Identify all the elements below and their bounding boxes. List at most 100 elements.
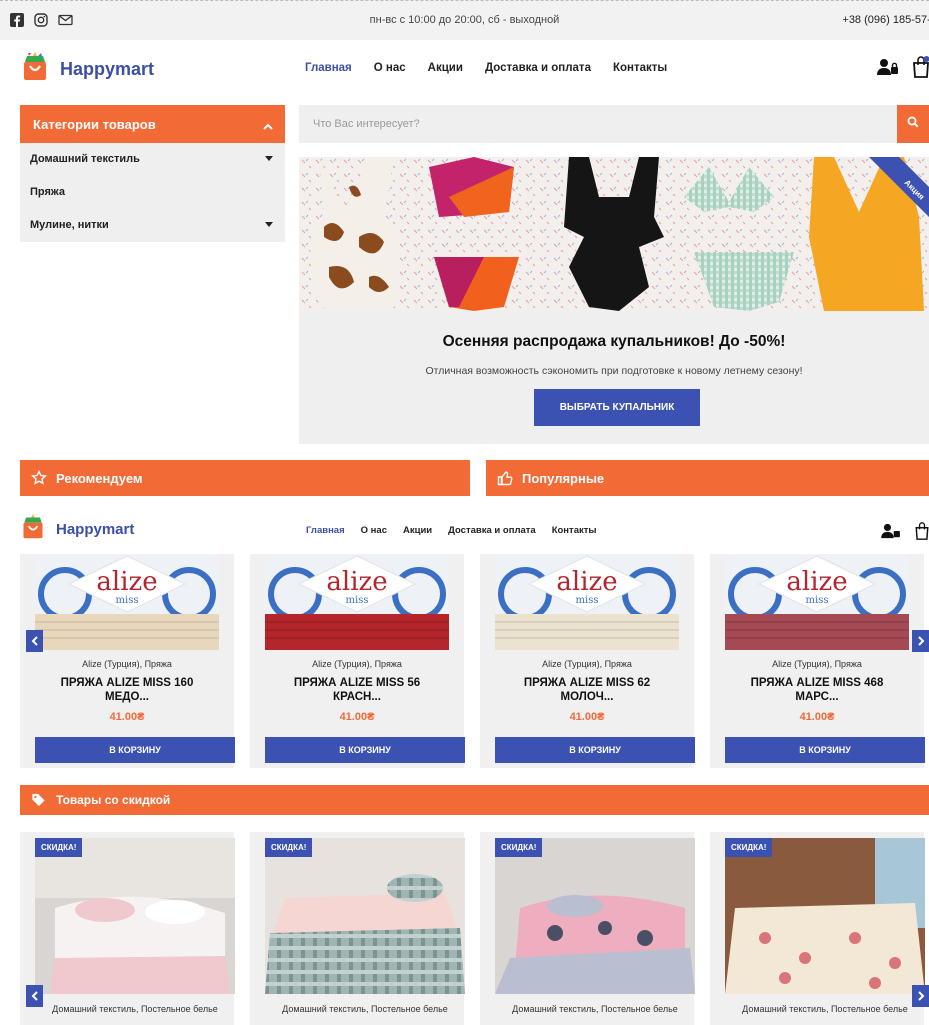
product-image[interactable]: alize miss — [35, 554, 219, 650]
product-category[interactable]: Alize (Турция), Пряжа — [20, 659, 234, 669]
nav-contacts[interactable]: Контакты — [552, 525, 597, 536]
product-name[interactable]: ПРЯЖА ALIZE MISS 468 МАРС... — [730, 676, 904, 704]
star-icon — [31, 470, 47, 485]
nav-home[interactable]: Главная — [305, 62, 352, 74]
product-category[interactable]: Alize (Турция), Пряжа — [710, 659, 924, 669]
search-button[interactable] — [897, 105, 929, 143]
cart-icon[interactable] — [915, 522, 929, 545]
recommended-title: Рекомендуем — [56, 471, 143, 486]
site-logo[interactable]: Happymart — [20, 52, 154, 87]
product-name[interactable]: ПРЯЖА ALIZE MISS 160 МЕДО... — [40, 676, 214, 704]
product-category[interactable]: Домашний текстиль, Постельное белье — [280, 1004, 450, 1015]
discount-badge: СКИДКА! — [725, 838, 773, 857]
nav-promotions[interactable]: Акции — [428, 62, 463, 74]
sticky-logo[interactable]: Happymart — [20, 514, 134, 545]
product-name[interactable]: ПРЯЖА ALIZE MISS 62 МОЛОЧ... — [500, 676, 674, 704]
main-nav: Главная О нас Акции Доставка и оплата Ко… — [305, 62, 667, 74]
chevron-left-icon — [31, 636, 38, 646]
account-icon[interactable] — [881, 523, 901, 544]
product-image[interactable]: СКИДКА! — [725, 838, 925, 994]
product-name[interactable]: ПРЯЖА ALIZE MISS 56 КРАСН... — [270, 676, 444, 704]
swimsuits-banner-image[interactable]: Акция — [299, 157, 929, 311]
add-to-cart-button[interactable]: В КОРЗИНУ — [265, 737, 465, 763]
promo-subtitle: Отличная возможность сэкономить при подг… — [425, 365, 803, 377]
add-to-cart-button[interactable]: В КОРЗИНУ — [35, 737, 235, 763]
discount-prev-button[interactable] — [26, 985, 43, 1007]
product-category[interactable]: Alize (Турция), Пряжа — [480, 659, 694, 669]
shopping-bag-logo-icon — [20, 514, 46, 545]
product-image[interactable]: alize miss — [495, 554, 679, 650]
category-label: Мулине, нитки — [30, 219, 109, 231]
product-price: 41.00₴ — [339, 711, 375, 723]
caret-down-icon[interactable] — [265, 156, 273, 161]
product-price: 41.00₴ — [799, 711, 835, 723]
yarn-skein — [35, 614, 219, 650]
caret-down-icon[interactable] — [265, 222, 273, 227]
add-to-cart-button[interactable]: В КОРЗИНУ — [495, 737, 695, 763]
nav-promotions[interactable]: Акции — [403, 525, 432, 536]
chevron-up-icon — [263, 119, 273, 134]
search-input[interactable] — [299, 105, 879, 143]
carousel-next-button[interactable] — [912, 630, 929, 652]
svg-text:alize: alize — [556, 567, 617, 597]
product-image[interactable]: alize miss — [725, 554, 909, 650]
chevron-right-icon — [917, 991, 924, 1001]
product-card[interactable]: alize miss Alize (Турция), Пряжа ПРЯЖА A… — [250, 554, 465, 768]
discount-badge: СКИДКА! — [35, 838, 83, 857]
sticky-nav: Главная О нас Акции Доставка и оплата Ко… — [306, 525, 597, 536]
account-icon[interactable] — [877, 58, 899, 81]
promo-banner: Акция Осенняя распродажа купальников! До… — [299, 157, 929, 444]
logo-text: Happymart — [56, 521, 135, 538]
product-category[interactable]: Домашний текстиль, Постельное белье — [510, 1004, 680, 1015]
nav-delivery[interactable]: Доставка и оплата — [485, 62, 591, 74]
categories-list: Домашний текстиль Пряжа Мулине, нитки — [20, 143, 285, 242]
product-card[interactable]: alize miss Alize (Турция), Пряжа ПРЯЖА A… — [20, 554, 235, 768]
shopping-bag-logo-icon — [20, 52, 50, 87]
discount-product-card[interactable]: СКИДКА! Домашний текстиль, Постельное бе… — [250, 832, 465, 1025]
nav-contacts[interactable]: Контакты — [613, 62, 667, 74]
svg-text:miss: miss — [116, 595, 139, 606]
product-card[interactable]: alize miss Alize (Турция), Пряжа ПРЯЖА A… — [710, 554, 925, 768]
product-category[interactable]: Домашний текстиль, Постельное белье — [740, 1004, 910, 1015]
product-card[interactable]: alize miss Alize (Турция), Пряжа ПРЯЖА A… — [480, 554, 695, 768]
top-bar: пн-вс с 10:00 до 20:00, сб - выходной +3… — [0, 0, 929, 40]
carousel-prev-button[interactable] — [26, 630, 43, 652]
product-image[interactable]: СКИДКА! — [495, 838, 695, 994]
category-item-yarn[interactable]: Пряжа — [20, 176, 285, 209]
choose-swimsuit-button[interactable]: ВЫБРАТЬ КУПАЛЬНИК — [534, 389, 700, 426]
chevron-left-icon — [31, 991, 38, 1001]
product-image[interactable]: СКИДКА! — [35, 838, 235, 994]
discount-next-button[interactable] — [912, 985, 929, 1007]
nav-about[interactable]: О нас — [361, 525, 387, 536]
discount-product-card[interactable]: СКИДКА! Домашний текстиль, Постельное бе… — [710, 832, 925, 1025]
popular-title: Популярные — [522, 471, 605, 486]
categories-title: Категории товаров — [33, 117, 156, 132]
recommended-products-carousel: alize miss Alize (Турция), Пряжа ПРЯЖА A… — [20, 554, 929, 768]
nav-delivery[interactable]: Доставка и оплата — [448, 525, 536, 536]
recommended-section-header[interactable]: Рекомендуем — [20, 460, 470, 496]
discount-product-card[interactable]: СКИДКА! Домашний текстиль, Постельное бе… — [480, 832, 695, 1025]
discount-section-header[interactable]: Товары со скидкой — [20, 785, 929, 815]
product-price: 41.00₴ — [569, 711, 605, 723]
product-image[interactable]: alize miss — [265, 554, 449, 650]
popular-section-header[interactable]: Популярные — [486, 460, 929, 496]
category-item-threads[interactable]: Мулине, нитки — [20, 209, 285, 242]
discount-product-card[interactable]: СКИДКА! Домашний текстиль, Постельное бе… — [20, 832, 235, 1025]
product-image[interactable]: СКИДКА! — [265, 838, 465, 994]
sticky-header: Happymart Главная О нас Акции Доставка и… — [0, 510, 929, 554]
add-to-cart-button[interactable]: В КОРЗИНУ — [725, 737, 925, 763]
nav-about[interactable]: О нас — [374, 62, 406, 74]
chevron-right-icon — [917, 636, 924, 646]
product-category[interactable]: Alize (Турция), Пряжа — [250, 659, 464, 669]
cart-icon[interactable] — [913, 56, 929, 83]
product-category[interactable]: Домашний текстиль, Постельное белье — [50, 1004, 220, 1015]
category-label: Домашний текстиль — [30, 153, 140, 165]
discount-badge: СКИДКА! — [495, 838, 543, 857]
search-icon — [907, 115, 919, 133]
categories-header[interactable]: Категории товаров — [20, 105, 285, 143]
phone-number[interactable]: +38 (096) 185-57-95 — [842, 14, 929, 26]
category-item-home-textile[interactable]: Домашний текстиль — [20, 143, 285, 176]
nav-home[interactable]: Главная — [306, 525, 345, 536]
discount-products-carousel: СКИДКА! Домашний текстиль, Постельное бе… — [20, 832, 929, 1025]
svg-text:alize: alize — [786, 567, 847, 597]
